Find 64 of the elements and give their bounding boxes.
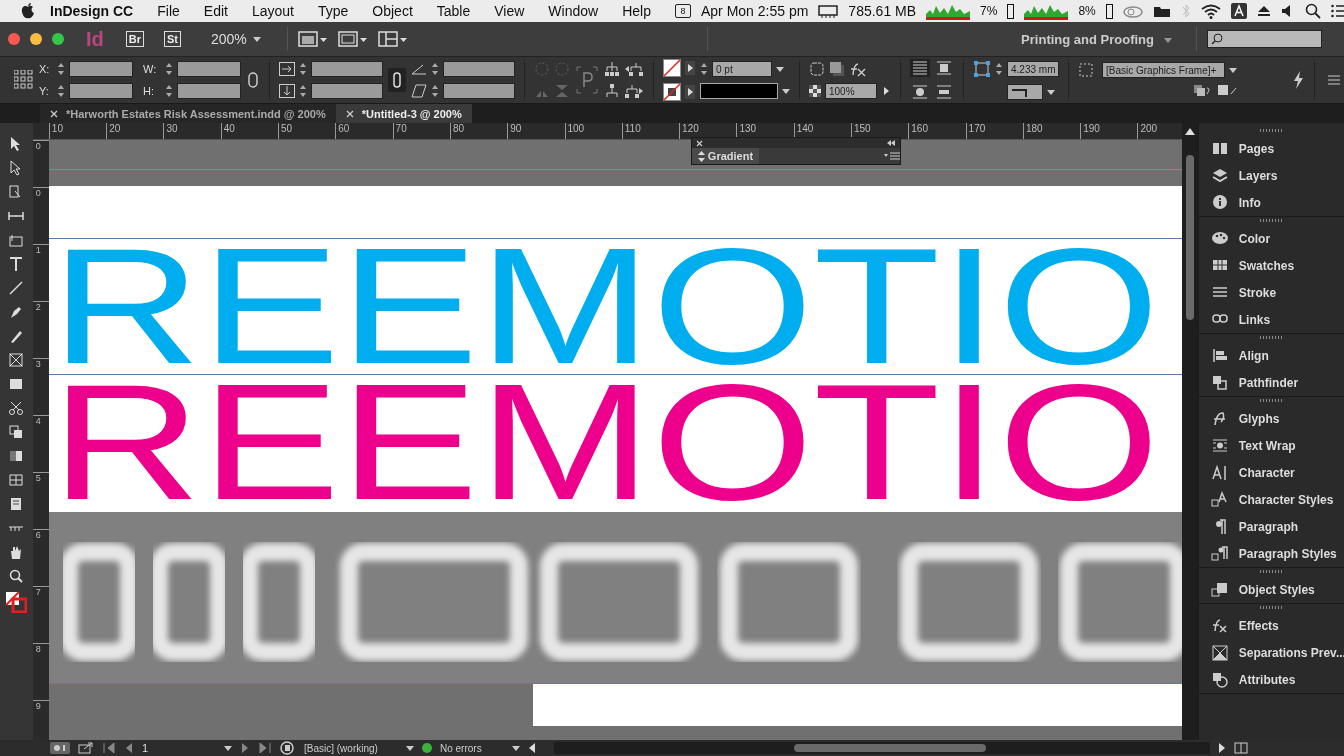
page-number-dropdown[interactable]: 1	[142, 742, 232, 754]
panel-item[interactable]: Info	[1198, 189, 1344, 216]
panel-item[interactable]: Layers	[1198, 162, 1344, 189]
ruler-label: 6	[35, 530, 41, 540]
w-label: W:	[143, 63, 158, 75]
panel-item[interactable]: Links	[1198, 306, 1344, 333]
panel-item[interactable]: Pathfinder	[1198, 369, 1344, 396]
gradient-tab[interactable]: Gradient	[691, 148, 760, 164]
panel-item[interactable]: Stroke	[1198, 279, 1344, 306]
menu-item[interactable]: Type	[317, 3, 349, 19]
panel-item[interactable]: Text Wrap	[1198, 432, 1344, 459]
app-name-menu[interactable]: InDesign CC	[50, 3, 134, 19]
ruler-label: 8	[35, 644, 41, 654]
workspace-switcher[interactable]: Printing and Proofing	[1007, 31, 1186, 47]
menu-item[interactable]: Object	[372, 3, 413, 19]
ruler-label: 7	[35, 587, 41, 597]
panel-item[interactable]: Effects	[1198, 612, 1344, 639]
ruler-label: 0	[35, 188, 41, 198]
headline-text[interactable]: REEMOTIO	[50, 375, 1160, 510]
panel-item[interactable]: Glyphs	[1198, 405, 1344, 432]
panel-item[interactable]: Object Styles	[1198, 576, 1344, 603]
ruler-label: 3	[35, 359, 41, 369]
memory-usage: 785.61 MB	[848, 3, 917, 19]
menu-item[interactable]: File	[157, 3, 180, 19]
ruler-label: 2	[35, 302, 41, 312]
panel-item[interactable]: Align	[1198, 342, 1344, 369]
ruler-label: 1	[35, 245, 41, 255]
ruler-label: 5	[35, 473, 41, 483]
stroke-weight-field[interactable]: 0 pt	[712, 61, 772, 77]
panel-item[interactable]: Character Styles	[1198, 486, 1344, 513]
preflight-status[interactable]: No errors	[440, 742, 482, 754]
app-logo: Id	[86, 27, 104, 51]
ruler-label: 4	[35, 416, 41, 426]
menu-item[interactable]: Layout	[251, 3, 294, 19]
menu-item[interactable]: Table	[436, 3, 471, 19]
panel-item[interactable]: Swatches	[1198, 252, 1344, 279]
menu-item[interactable]: View	[494, 3, 525, 19]
zoom-level-dropdown[interactable]: 200%	[211, 31, 261, 47]
panel-item[interactable]: Paragraph Styles	[1198, 540, 1344, 567]
document-tab[interactable]: *Harworth Estates Risk Assessment.indd @ 200%	[40, 104, 336, 123]
panel-item[interactable]: Character	[1198, 459, 1344, 486]
panel-item[interactable]: Color	[1198, 225, 1344, 252]
calendar-day[interactable]: 8	[674, 4, 691, 18]
menu-item[interactable]: Edit	[203, 3, 228, 19]
offset-field[interactable]: 4.233 mm	[1007, 61, 1059, 77]
opacity-field[interactable]: 100%	[825, 83, 877, 99]
bridge-button[interactable]: Br	[125, 31, 144, 47]
h-label: H:	[143, 85, 155, 97]
cpu-percent: 7%	[980, 4, 998, 18]
panel-item[interactable]: Paragraph	[1198, 513, 1344, 540]
y-label: Y:	[39, 85, 50, 97]
document-tab[interactable]: *Untitled-3 @ 200%	[335, 104, 472, 123]
stock-button[interactable]: St	[164, 31, 181, 47]
menu-item[interactable]: Help	[622, 3, 651, 19]
menu-item[interactable]: Window	[548, 3, 599, 19]
object-style-dropdown[interactable]: [Basic Graphics Frame]+	[1102, 62, 1225, 78]
cpu-percent: 8%	[1078, 4, 1096, 18]
panel-item[interactable]: Pages	[1198, 135, 1344, 162]
clock[interactable]: Apr Mon 2:55 pm	[700, 3, 809, 19]
x-label: X:	[39, 63, 51, 75]
ruler-label: 0	[35, 141, 41, 151]
panel-item[interactable]: Attributes	[1198, 666, 1344, 693]
preflight-profile-dropdown[interactable]: [Basic] (working)	[304, 742, 414, 754]
ruler-label: 9	[35, 701, 41, 711]
